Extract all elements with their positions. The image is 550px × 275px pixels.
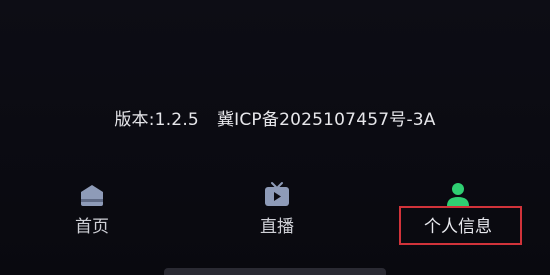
version-info: 版本:1.2.5 冀ICP备2025107457号-3A xyxy=(0,105,550,130)
tab-home-label: 首页 xyxy=(75,217,109,237)
person-icon xyxy=(447,183,469,206)
tv-icon xyxy=(265,182,289,206)
home-icon xyxy=(81,185,103,206)
app-screen: 版本:1.2.5 冀ICP备2025107457号-3A 首页 直播 个人信息 xyxy=(0,0,550,275)
highlight-annotation-box xyxy=(399,206,522,245)
tab-live[interactable]: 直播 xyxy=(207,170,347,240)
version-text: 版本:1.2.5 xyxy=(114,110,199,130)
tab-live-label: 直播 xyxy=(260,217,294,237)
tab-home[interactable]: 首页 xyxy=(22,170,162,240)
icp-text: 冀ICP备2025107457号-3A xyxy=(216,110,436,130)
home-indicator xyxy=(164,268,386,275)
